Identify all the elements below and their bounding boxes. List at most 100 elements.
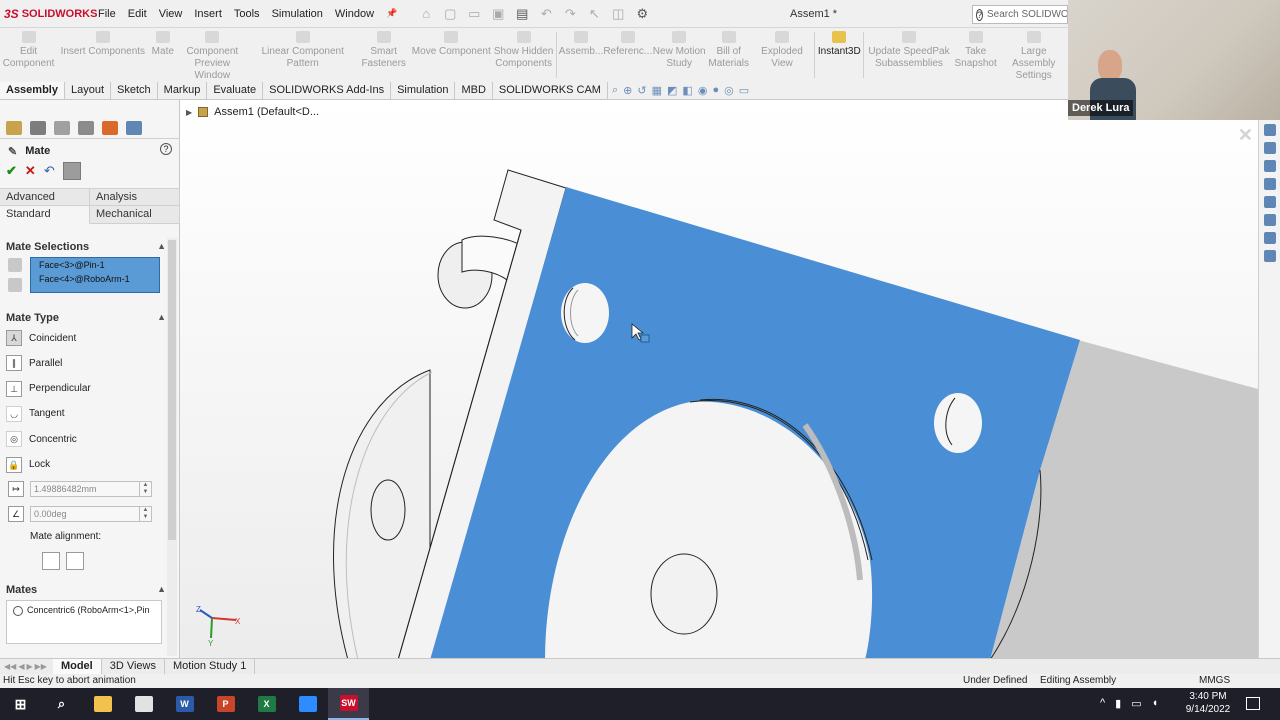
collapse-caret-icon[interactable]: ▲ <box>157 241 166 251</box>
options-icon[interactable]: ⚙ <box>633 6 651 22</box>
volume-icon[interactable]: ◖ <box>1152 697 1159 710</box>
ribbon-button-1[interactable]: Insert Components <box>57 28 148 82</box>
unit-system[interactable]: MMGS <box>1199 675 1230 686</box>
cam-tab-icon[interactable] <box>126 120 142 135</box>
angle-spinner[interactable]: ▲ ▼ <box>139 507 151 521</box>
solidworks-logo[interactable]: 3S SOLIDWORKS <box>0 7 97 21</box>
ribbon-button-16[interactable]: Large Assembly Settings <box>999 28 1068 82</box>
graphics-area[interactable]: Z X Y ▶ Assem1 (Default<D... ✕ <box>180 100 1280 660</box>
expand-arrow-icon[interactable]: ▶ <box>186 108 192 117</box>
display-style-icon[interactable]: ◧ <box>682 84 692 97</box>
property-manager-scrollbar[interactable] <box>167 238 177 656</box>
section-view-icon[interactable]: ▦ <box>652 84 662 97</box>
ribbon-button-14[interactable]: Update SpeedPak Subassemblies <box>866 28 952 82</box>
tab-layout[interactable]: Layout <box>65 82 112 99</box>
ribbon-button-11[interactable]: Bill of Materials <box>706 28 752 82</box>
feature-tree-flyout[interactable]: ▶ Assem1 (Default<D... <box>186 106 319 118</box>
configuration-tab-icon[interactable] <box>54 120 70 135</box>
ribbon-button-3[interactable]: Component Preview Window <box>177 28 247 82</box>
zoom-to-fit-icon[interactable]: ⌕ <box>612 84 618 97</box>
ribbon-button-5[interactable]: Smart Fasteners <box>358 28 409 82</box>
appearances-icon[interactable] <box>1263 196 1276 208</box>
ribbon-button-4[interactable]: Linear Component Pattern <box>248 28 358 82</box>
system-clock[interactable]: 3:40 PM 9/14/2022 <box>1184 690 1232 716</box>
taskbar-app-4[interactable]: X <box>246 688 287 720</box>
ribbon-button-10[interactable]: New Motion Study <box>653 28 706 82</box>
microphone-icon[interactable]: ▮ <box>1115 697 1121 710</box>
start-button[interactable]: ⊞ <box>0 688 41 720</box>
design-library-icon[interactable] <box>1263 142 1276 154</box>
taskbar-app-5[interactable] <box>287 688 328 720</box>
undo-icon[interactable]: ↶ <box>537 6 555 22</box>
scrollbar-thumb[interactable] <box>168 240 176 540</box>
mate-type-perpendicular[interactable]: ⊥ Perpendicular <box>6 379 156 399</box>
menu-view[interactable]: View <box>153 8 189 20</box>
3d-content-icon[interactable] <box>1263 250 1276 262</box>
tab-assembly[interactable]: Assembly <box>0 82 65 99</box>
mate-type-concentric[interactable]: ◎ Concentric <box>6 429 156 449</box>
taskbar-app-1[interactable] <box>123 688 164 720</box>
new-doc-icon[interactable]: ▢ <box>441 6 459 22</box>
menu-window[interactable]: Window <box>329 8 380 20</box>
pm-tab-mechanical[interactable]: Mechanical <box>90 206 180 224</box>
view-palette-icon[interactable] <box>1263 178 1276 190</box>
menu-tools[interactable]: Tools <box>228 8 266 20</box>
print-icon[interactable]: ▤ <box>513 6 531 22</box>
bottom-tab-3d-views[interactable]: 3D Views <box>102 659 165 674</box>
taskbar-app-3[interactable]: P <box>205 688 246 720</box>
custom-properties-icon[interactable] <box>1263 214 1276 226</box>
ribbon-button-0[interactable]: Edit Component <box>0 28 57 82</box>
tab-markup[interactable]: Markup <box>158 82 208 99</box>
ribbon-button-6[interactable]: Move Component <box>409 28 493 82</box>
tab-solidworks-cam[interactable]: SOLIDWORKS CAM <box>493 82 608 99</box>
notification-icon[interactable] <box>1246 697 1260 710</box>
angle-field[interactable]: 0.00deg ▲ ▼ <box>30 506 152 522</box>
mate-selection-list[interactable]: Face<3>@Pin-1 Face<4>@RoboArm-1 <box>30 257 160 293</box>
select-icon[interactable]: ↖ <box>585 6 603 22</box>
tab-evaluate[interactable]: Evaluate <box>207 82 264 99</box>
menu-simulation[interactable]: Simulation <box>266 8 329 20</box>
file-explorer-pane-icon[interactable] <box>1263 160 1276 172</box>
feature-tree-tab-icon[interactable] <box>6 120 22 135</box>
open-icon[interactable]: ▭ <box>465 6 483 22</box>
mate-type-parallel[interactable]: ∥ Parallel <box>6 353 156 373</box>
pm-tab-standard[interactable]: Standard <box>0 206 90 224</box>
collapse-caret-icon[interactable]: ▲ <box>157 312 166 322</box>
taskbar-app-2[interactable]: W <box>164 688 205 720</box>
tab-sketch[interactable]: Sketch <box>111 82 158 99</box>
pm-tab-analysis[interactable]: Analysis <box>90 189 180 206</box>
menu-insert[interactable]: Insert <box>188 8 228 20</box>
appearance-icon[interactable]: ● <box>712 84 719 97</box>
taskbar-app-6[interactable]: SW <box>328 688 369 720</box>
model-view[interactable]: Z X Y <box>180 100 1280 660</box>
mate-selections-header[interactable]: Mate Selections ▲ <box>6 241 166 253</box>
view-settings-icon[interactable]: ▭ <box>739 84 749 97</box>
pm-tab-advanced[interactable]: Advanced <box>0 189 90 206</box>
property-manager-tab-icon[interactable] <box>30 120 46 135</box>
bottom-tab-motion-study-1[interactable]: Motion Study 1 <box>165 659 256 674</box>
hide-show-icon[interactable]: ◉ <box>698 84 708 97</box>
help-icon[interactable]: ? <box>160 143 172 155</box>
mate-list-item[interactable]: Concentric6 (RoboArm<1>,Pin <box>7 601 161 615</box>
taskbar-app-0[interactable] <box>82 688 123 720</box>
tab-nav-arrows[interactable]: ◀◀ ◀ ▶ ▶▶ <box>0 662 47 671</box>
save-icon[interactable]: ▣ <box>489 6 507 22</box>
ribbon-button-8[interactable]: Assemb... <box>559 28 603 82</box>
distance-icon[interactable]: ↦ <box>8 481 24 497</box>
mate-type-header[interactable]: Mate Type ▲ <box>6 312 166 324</box>
redo-icon[interactable]: ↷ <box>561 6 579 22</box>
aligned-button[interactable] <box>42 552 60 570</box>
cancel-button[interactable]: ✕ <box>25 163 36 179</box>
forum-icon[interactable] <box>1263 232 1276 244</box>
display-manager-tab-icon[interactable] <box>102 120 118 135</box>
pin-button[interactable] <box>62 162 81 180</box>
anti-aligned-button[interactable] <box>66 552 84 570</box>
network-icon[interactable]: ▭ <box>1131 697 1141 710</box>
mates-header[interactable]: Mates ▲ <box>6 584 166 596</box>
mate-type-coincident[interactable]: ⅄ Coincident <box>6 328 156 348</box>
tab-simulation[interactable]: Simulation <box>391 82 456 99</box>
angle-icon[interactable]: ∠ <box>8 506 24 522</box>
zoom-area-icon[interactable]: ⊕ <box>623 84 632 97</box>
ok-button[interactable]: ✔ <box>6 163 17 179</box>
close-document-icon[interactable]: ✕ <box>1238 125 1253 146</box>
